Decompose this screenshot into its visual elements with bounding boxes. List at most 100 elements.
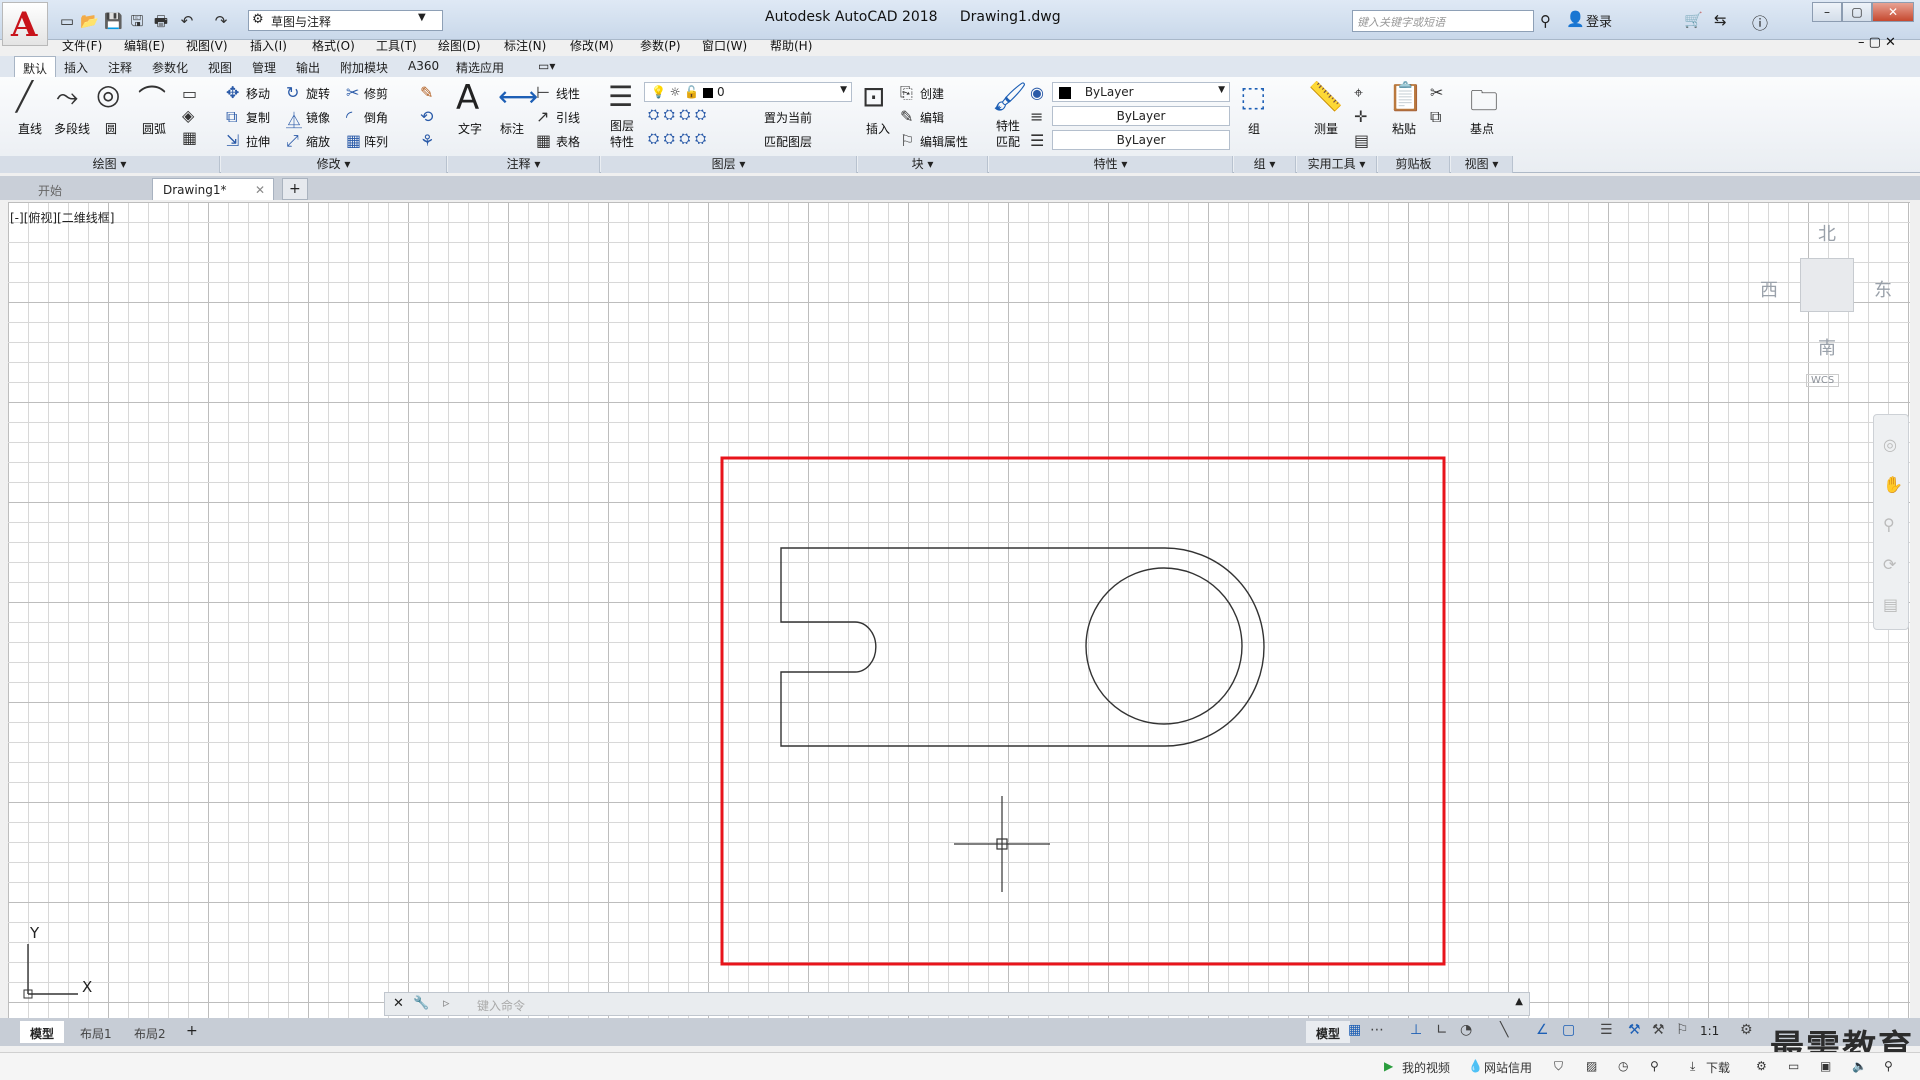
viewport-controls[interactable]: [-][俯视][二维线框] <box>10 209 114 226</box>
doc-tab-drawing1[interactable]: Drawing1* ✕ <box>152 178 274 200</box>
tab-annotate[interactable]: 注释 <box>108 59 132 76</box>
cart-icon[interactable]: 🛒 <box>1684 11 1703 29</box>
group-icon[interactable]: ⬚ <box>1240 80 1266 113</box>
tab-addins[interactable]: 附加模块 <box>340 59 388 76</box>
pin-icon[interactable]: ⚲ <box>1650 1059 1659 1073</box>
measure-label[interactable]: 测量 <box>1314 120 1338 137</box>
match-properties-icon[interactable]: 🖌 <box>992 80 1028 113</box>
leader-icon[interactable]: ↗ <box>536 107 549 126</box>
viewcube-west[interactable]: 西 <box>1760 276 1778 302</box>
navigation-bar[interactable]: ◎ ✋ ⚲ ⟳ ▤ <box>1873 414 1909 630</box>
layer-tools-icons-2[interactable]: ⛭ ⛭ ⛭ ⛭ <box>648 131 706 147</box>
maximize-button[interactable]: ▢ <box>1842 2 1872 22</box>
doc-tab-start[interactable]: 开始 <box>28 178 72 200</box>
close-button[interactable]: ✕ <box>1872 2 1914 22</box>
tab-insert[interactable]: 插入 <box>64 59 88 76</box>
workspace-gear-icon[interactable]: ⚙ <box>1740 1022 1753 1038</box>
binoculars-icon[interactable]: ⚲ <box>1540 12 1551 30</box>
help-icon[interactable]: ⓘ <box>1752 10 1768 34</box>
edit-block-icon[interactable]: ✎ <box>900 107 913 126</box>
chevron-up-icon[interactable]: ▲ <box>1515 996 1523 1007</box>
circle-tool-icon[interactable]: ◎ <box>96 78 120 111</box>
otrack-icon[interactable]: ▢ <box>1562 1022 1575 1038</box>
trim-icon[interactable]: ✂ <box>346 83 359 102</box>
shield-icon[interactable]: ⛉ <box>1554 1059 1563 1074</box>
layer-tools-icons[interactable]: ⛭ ⛭ ⛭ ⛭ <box>648 107 706 123</box>
table-label[interactable]: 表格 <box>556 133 580 150</box>
tab-manage[interactable]: 管理 <box>252 59 276 76</box>
plot-icon[interactable]: 🖶 <box>152 12 170 30</box>
search-input[interactable]: 键入关键字或短语 <box>1352 10 1534 32</box>
menu-tools[interactable]: 工具(T) <box>376 37 417 54</box>
tab-output[interactable]: 输出 <box>296 59 320 76</box>
array-label[interactable]: 阵列 <box>364 133 388 150</box>
match-layer-label[interactable]: 匹配图层 <box>764 133 812 150</box>
copy-label[interactable]: 复制 <box>246 109 270 126</box>
match-properties-label[interactable]: 特性 匹配 <box>996 118 1020 150</box>
pan-icon[interactable]: ✋ <box>1883 475 1903 494</box>
menu-dimension[interactable]: 标注(N) <box>504 37 546 54</box>
fillet-label[interactable]: 倒角 <box>364 109 388 126</box>
volume-icon[interactable]: 🔈 <box>1852 1059 1867 1073</box>
array-icon[interactable]: ▦ <box>346 131 361 150</box>
edit-attr-icon[interactable]: ⚐ <box>900 131 914 150</box>
group-label[interactable]: 组 <box>1248 120 1260 137</box>
layout-tab-1[interactable]: 布局1 <box>70 1021 122 1043</box>
panel-utilities-title[interactable]: 实用工具 ▾ <box>1297 156 1377 173</box>
base-view-label[interactable]: 基点 <box>1470 120 1494 137</box>
explode-icon[interactable]: ⚘ <box>420 131 434 150</box>
redo-icon[interactable]: ↷ <box>212 12 230 30</box>
osnap-icon[interactable]: ∠ <box>1536 1022 1549 1038</box>
edit-block-label[interactable]: 编辑 <box>920 109 944 126</box>
create-block-icon[interactable]: ⎘ <box>900 83 913 103</box>
move-icon[interactable]: ✥ <box>226 83 239 102</box>
annotation-scale-icon[interactable]: ⚐ <box>1676 1022 1689 1038</box>
search-icon[interactable]: ⚲ <box>1884 1059 1893 1073</box>
undo-icon[interactable]: ↶ <box>178 12 196 30</box>
snap-toggle-icon[interactable]: ⋯ <box>1370 1022 1384 1038</box>
new-file-icon[interactable]: ▭ <box>58 12 76 30</box>
viewcube-south[interactable]: 南 <box>1818 334 1836 360</box>
menu-format[interactable]: 格式(O) <box>312 37 355 54</box>
offset-icon[interactable]: ⟲ <box>420 107 433 126</box>
scale-icon[interactable]: ⤢ <box>286 131 299 151</box>
wcs-dropdown[interactable]: WCS <box>1806 374 1840 387</box>
layer-properties-icon[interactable]: ☰ <box>608 80 633 113</box>
image-icon[interactable]: ▨ <box>1586 1059 1597 1073</box>
command-line[interactable]: ✕ 🔧 ▹ 键入命令 ▲ <box>384 992 1530 1016</box>
fillet-icon[interactable]: ◜ <box>346 107 352 126</box>
gradient-tool-icon[interactable]: ▦ <box>182 128 197 147</box>
lineweight-icon[interactable]: ≡ <box>1030 107 1043 126</box>
polar-icon[interactable]: ◔ <box>1460 1022 1472 1038</box>
layer-properties-label[interactable]: 图层 特性 <box>610 118 634 150</box>
window-icon[interactable]: ▭ <box>1788 1059 1799 1073</box>
tab-a360[interactable]: A360 <box>408 59 439 73</box>
layout-tab-model[interactable]: 模型 <box>20 1021 65 1043</box>
add-layout-button[interactable]: + <box>180 1021 204 1043</box>
login-link[interactable]: 登录 <box>1586 11 1612 30</box>
wrench-icon[interactable]: 🔧 <box>413 996 429 1011</box>
panel-block-title[interactable]: 块 ▾ <box>858 156 988 173</box>
workspace-dropdown[interactable]: 草图与注释 <box>248 10 443 31</box>
menu-file[interactable]: 文件(F) <box>62 37 102 54</box>
hatch-tool-icon[interactable]: ◈ <box>182 106 194 125</box>
open-file-icon[interactable]: 📂 <box>80 12 99 30</box>
annotation-scale-value[interactable]: 1:1 <box>1700 1024 1719 1038</box>
line-tool-icon[interactable]: ╱ <box>16 80 33 113</box>
dimension-tool-label[interactable]: 标注 <box>500 120 524 137</box>
panel-layers-title[interactable]: 图层 ▾ <box>601 156 857 173</box>
line-tool-label[interactable]: 直线 <box>18 120 42 137</box>
tab-parametric[interactable]: 参数化 <box>152 59 188 76</box>
color-dropdown[interactable]: ByLayer ▼ <box>1052 82 1230 102</box>
linear-dim-icon[interactable]: ⊢ <box>536 83 550 102</box>
mirror-label[interactable]: 镜像 <box>306 109 330 126</box>
measure-icon[interactable]: 📏 <box>1308 80 1343 113</box>
ribbon-options-icon[interactable]: ▭▾ <box>538 59 555 73</box>
insert-block-icon[interactable]: ⊡ <box>862 80 885 113</box>
polyline-tool-label[interactable]: 多段线 <box>54 120 90 137</box>
close-icon[interactable]: ✕ <box>393 996 404 1011</box>
download-link[interactable]: 下载 <box>1706 1059 1730 1076</box>
showmotion-icon[interactable]: ▤ <box>1883 595 1898 614</box>
menu-parametric[interactable]: 参数(P) <box>640 37 681 54</box>
move-label[interactable]: 移动 <box>246 85 270 102</box>
